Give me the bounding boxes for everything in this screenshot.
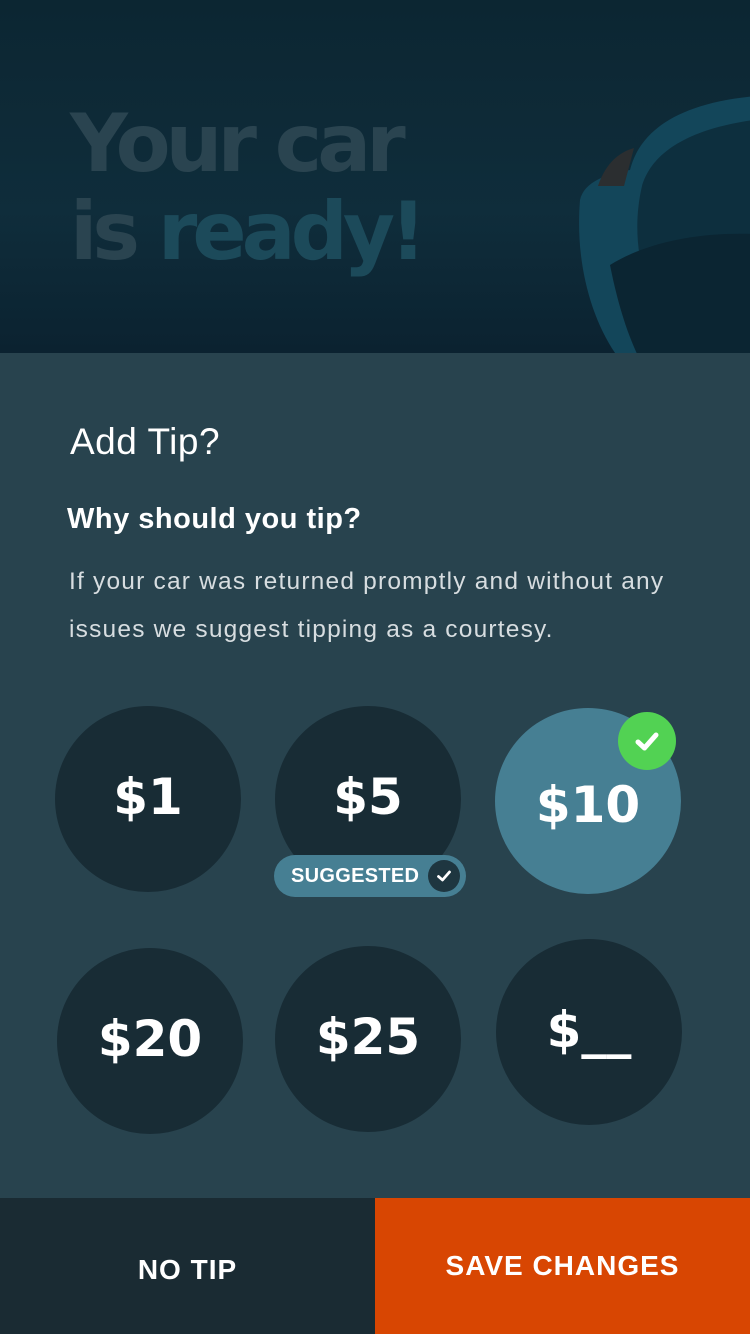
tip-option-custom[interactable]: $__ xyxy=(496,939,682,1125)
checkmark-icon xyxy=(437,870,451,882)
tip-option-custom-label: $__ xyxy=(546,1001,632,1059)
tip-option-5-label: $5 xyxy=(333,768,403,826)
hero-title-accent: ready! xyxy=(157,185,427,278)
why-tip-description: If your car was returned promptly and wi… xyxy=(69,568,665,643)
why-tip-heading: Why should you tip? xyxy=(67,503,362,535)
checkmark-icon xyxy=(635,732,659,751)
hero-background: Your car is ready! xyxy=(0,0,750,353)
tip-option-10-label: $10 xyxy=(535,776,641,834)
tip-option-20-label: $20 xyxy=(97,1010,203,1068)
tip-option-25[interactable]: $25 xyxy=(275,946,461,1132)
save-changes-label: SAVE CHANGES xyxy=(445,1250,680,1281)
suggested-label: SUGGESTED xyxy=(291,864,420,887)
sheet-title: Add Tip? xyxy=(70,421,221,462)
no-tip-button[interactable]: NO TIP xyxy=(0,1198,375,1334)
save-changes-button[interactable]: SAVE CHANGES xyxy=(375,1198,750,1334)
tip-option-1-label: $1 xyxy=(113,768,183,826)
suggested-badge: SUGGESTED xyxy=(274,855,466,897)
tip-option-25-label: $25 xyxy=(315,1008,421,1066)
no-tip-label: NO TIP xyxy=(137,1254,238,1285)
hero-title: Your car is ready! xyxy=(70,97,427,278)
hero-title-line-2: is ready! xyxy=(70,185,427,278)
hero-title-line-1: Your car xyxy=(70,97,406,190)
car-illustration xyxy=(579,96,750,353)
tip-option-1[interactable]: $1 xyxy=(55,706,241,892)
tip-option-20[interactable]: $20 xyxy=(57,948,243,1134)
selected-check-icon xyxy=(618,712,676,770)
suggested-check-icon xyxy=(428,860,460,892)
hero-title-line-2-start: is xyxy=(70,185,140,278)
